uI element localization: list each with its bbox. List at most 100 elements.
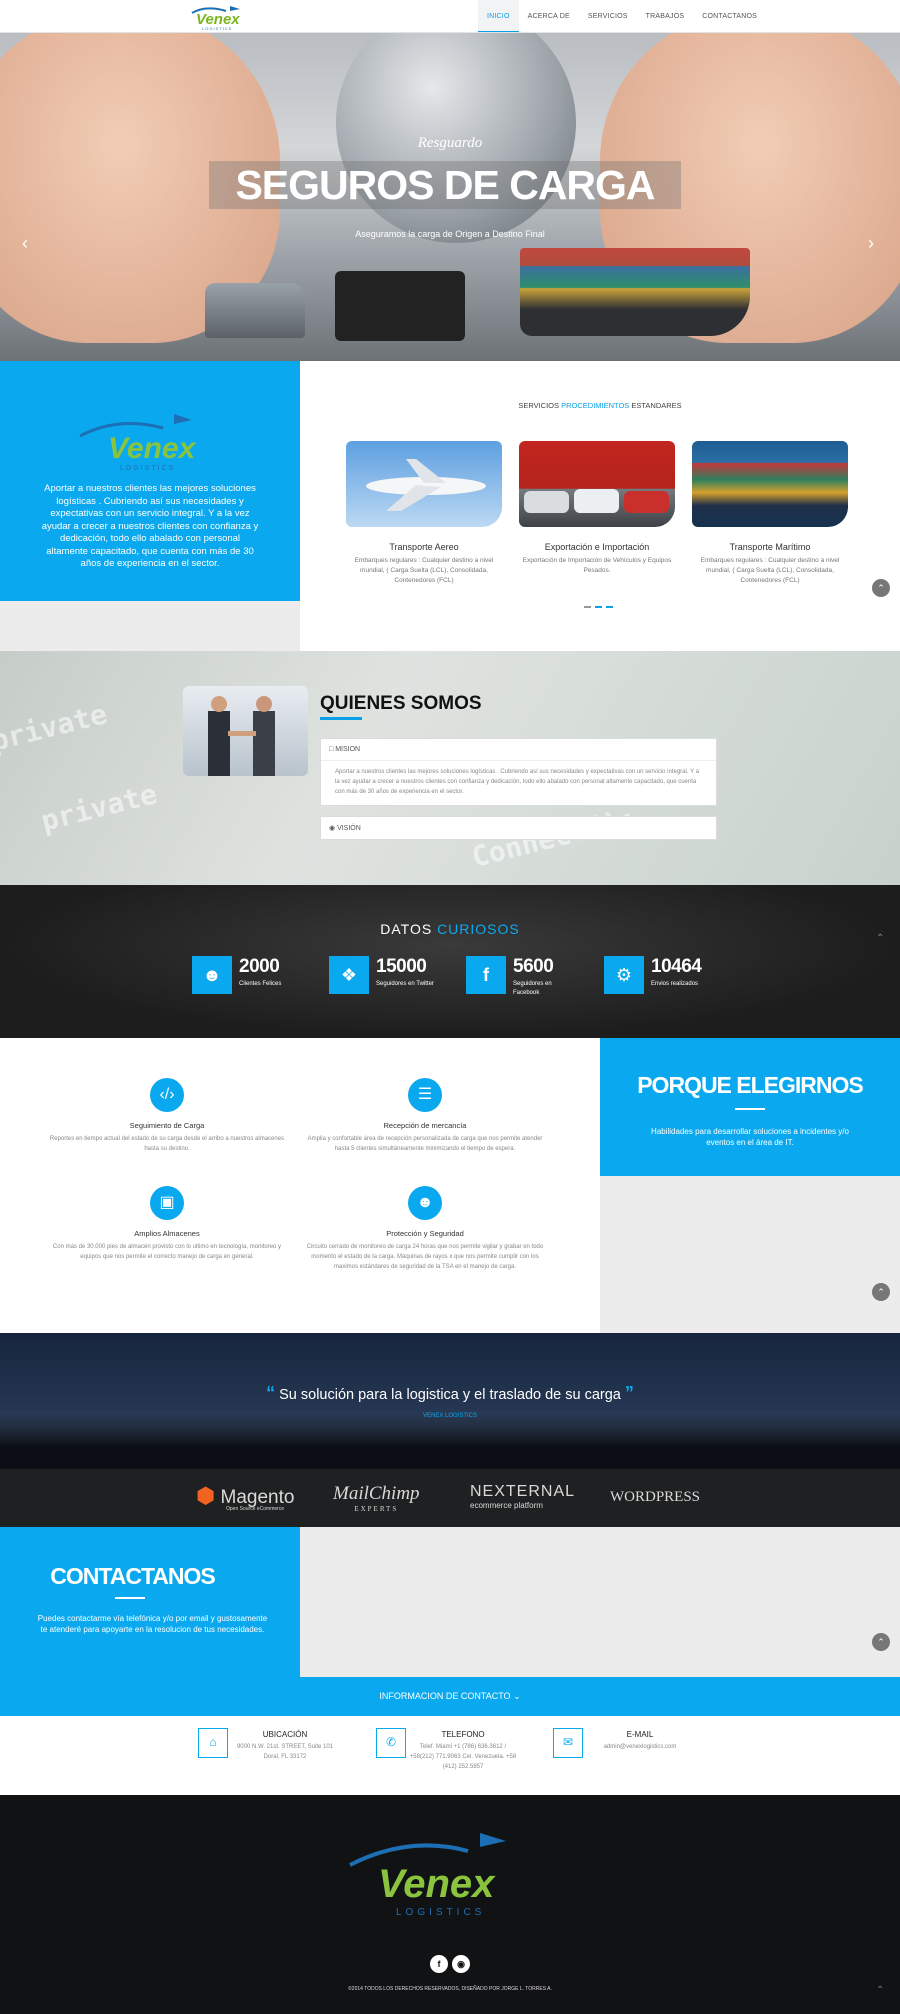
cars-image — [519, 441, 675, 527]
twitter-icon: ❖ — [329, 956, 369, 994]
service-card-title: Transporte Marítimo — [729, 542, 811, 552]
feature-desc: Con más de 30.000 pies de almacén provis… — [52, 1244, 282, 1260]
eye-icon: ◉ — [329, 825, 336, 832]
chevron-left-icon[interactable]: ‹ — [22, 233, 28, 254]
why-section: ‹/› Seguimiento de Carga Reportes en tie… — [0, 1038, 900, 1333]
ship-image — [520, 248, 750, 336]
service-card[interactable]: Transporte Aereo Embarques regulares : C… — [346, 441, 502, 586]
carousel-dots — [584, 606, 613, 608]
phone-text: Telef. Miami +1 (786) 636.3612 / +58(212… — [409, 1744, 517, 1770]
phone-title: TELEFONO — [441, 1730, 485, 1739]
monitor-icon: ▣ — [150, 1186, 184, 1220]
gray-spacer — [300, 1527, 900, 1677]
chevron-right-icon[interactable]: › — [868, 233, 874, 254]
feature-title: Seguimiento de Carga — [129, 1121, 205, 1130]
feature-desc: Amplia y confortable área de recepción p… — [307, 1136, 543, 1152]
title-underline — [320, 717, 362, 720]
quote-open-icon: “ — [266, 1383, 276, 1403]
stat-label: Clientes Felices — [239, 981, 282, 987]
stats-title: DATOS CURIOSOS — [380, 921, 520, 937]
monitor-icon: □ — [329, 746, 334, 753]
facebook-icon[interactable]: f — [430, 1955, 448, 1973]
stat-value: 5600 — [513, 956, 554, 977]
brand-wordpress[interactable]: WORDPRESS — [610, 1489, 700, 1506]
contact-info-toggle[interactable]: INFORMACION DE CONTACTO ⌄ — [0, 1677, 900, 1716]
container-ship-image — [692, 441, 848, 527]
airplane-image — [346, 441, 502, 527]
code-background: private — [0, 697, 111, 758]
about-title: QUIENES SOMOS — [320, 693, 482, 714]
gray-spacer — [0, 601, 300, 651]
phone-icon: ✆ — [376, 1728, 406, 1758]
truck-image — [335, 271, 465, 341]
feature-item: ☰ Recepción de mercancía Amplia y confor… — [305, 1078, 545, 1154]
accordion-vision: ◉ VISIÓN — [320, 816, 717, 840]
contact-info: ⌂ UBICACIÓN 9000 N.W. 21st. STREET, Suit… — [0, 1716, 900, 1795]
stat-value: 10464 — [651, 956, 702, 977]
nav-acerca-de[interactable]: ACERCA DE — [519, 0, 579, 32]
service-card[interactable]: Transporte Marítimo Embarques regulares … — [692, 441, 848, 586]
hero-title: SEGUROS DE CARGA — [209, 161, 681, 209]
scroll-up-icon[interactable]: ⌃ — [876, 933, 884, 944]
code-background: private — [37, 777, 161, 838]
brand-mailchimp[interactable]: MailChimp EXPERTS — [333, 1483, 420, 1513]
users-icon: ☻ — [408, 1186, 442, 1220]
service-card-desc: Embarques regulares : Cualquier destino … — [700, 557, 840, 584]
scroll-up-icon[interactable]: ⌃ — [872, 1283, 890, 1301]
testimonial-section: “ Su solución para la logistica y el tra… — [0, 1333, 900, 1469]
carousel-dot[interactable] — [595, 606, 602, 608]
accordion-header[interactable]: □ MISION — [321, 739, 716, 760]
email-link[interactable]: admin@venexlogistics.com — [585, 1742, 695, 1752]
feature-desc: Reportes en tiempo actual del estado de … — [49, 1136, 285, 1152]
contact-section: CONTACTANOS Puedes contactarme vía telef… — [0, 1527, 900, 1716]
scroll-up-icon[interactable]: ⌃ — [876, 1985, 884, 1996]
svg-text:Venex: Venex — [378, 1862, 496, 1906]
main-menu: INICIO ACERCA DE SERVICIOS TRABAJOS CONT… — [478, 0, 766, 32]
contact-panel — [0, 1527, 300, 1677]
testimonial-author: VENEX LOGISTICS — [422, 1413, 477, 1419]
service-card[interactable]: Exportación e Importación Exportación de… — [519, 441, 675, 576]
hero-slider: Resguardo SEGUROS DE CARGA Aseguramos la… — [0, 33, 900, 361]
carousel-dot[interactable] — [606, 606, 613, 608]
why-panel — [600, 1038, 900, 1176]
stats-section: DATOS CURIOSOS ☻ 2000 Clientes Felices ❖… — [0, 885, 900, 1038]
service-card-desc: Exportación de Importación de Vehículos … — [522, 557, 672, 574]
brand-magento[interactable]: ⬢ Magento Open Source eCommerce — [196, 1483, 294, 1512]
van-image — [205, 283, 305, 338]
nav-contactanos[interactable]: CONTACTANOS — [693, 0, 766, 32]
feature-title: Recepción de mercancía — [383, 1121, 467, 1130]
envelope-icon: ✉ — [553, 1728, 583, 1758]
title-underline — [735, 1108, 765, 1110]
venex-logo[interactable]: Venex LOGISTICS — [186, 3, 256, 31]
svg-text:Venex: Venex — [108, 432, 197, 465]
nav-inicio[interactable]: INICIO — [478, 0, 519, 32]
feature-title: Protección y Seguridad — [386, 1229, 464, 1238]
scroll-up-icon[interactable]: ⌃ — [872, 579, 890, 597]
carousel-dot[interactable] — [584, 606, 591, 608]
database-icon: ☰ — [408, 1078, 442, 1112]
svg-text:LOGISTICS: LOGISTICS — [202, 26, 232, 31]
location-title: UBICACIÓN — [262, 1730, 308, 1739]
accordion-header[interactable]: ◉ VISIÓN — [321, 817, 716, 839]
accordion-mission: □ MISION Aportar a nuestros clientes las… — [320, 738, 717, 806]
stat-label: Envios realizados — [651, 981, 699, 987]
footer: Venex LOGISTICS f ◉ ©2014 TODOS LOS DERE… — [0, 1795, 900, 2014]
services-intro-text: Aportar a nuestros clientes las mejores … — [41, 483, 259, 569]
feature-title: Amplios Almacenes — [134, 1229, 200, 1238]
services-heading: SERVICIOS PROCEDIMIENTOS ESTANDARES — [518, 401, 682, 410]
scroll-up-icon[interactable]: ⌃ — [872, 1633, 890, 1651]
testimonial-quote: “ Su solución para la logistica y el tra… — [266, 1383, 634, 1403]
nav-trabajos[interactable]: TRABAJOS — [637, 0, 694, 32]
brand-nexternal[interactable]: NEXTERNAL ecommerce platform — [470, 1483, 575, 1510]
feature-item: ‹/› Seguimiento de Carga Reportes en tie… — [47, 1078, 287, 1154]
location-text: 9000 N.W. 21st. STREET, Suite 101 Doral,… — [236, 1744, 334, 1760]
stat-value: 15000 — [376, 956, 427, 977]
nav-servicios[interactable]: SERVICIOS — [579, 0, 637, 32]
contact-title: CONTACTANOS — [50, 1563, 215, 1589]
stat-value: 2000 — [239, 956, 280, 977]
service-card-title: Transporte Aereo — [389, 542, 459, 552]
instagram-icon[interactable]: ◉ — [452, 1955, 470, 1973]
svg-text:LOGISTICS: LOGISTICS — [120, 465, 175, 472]
venex-logo: Venex LOGISTICS — [79, 414, 197, 472]
services-section: Venex LOGISTICS Aportar a nuestros clien… — [0, 361, 900, 651]
